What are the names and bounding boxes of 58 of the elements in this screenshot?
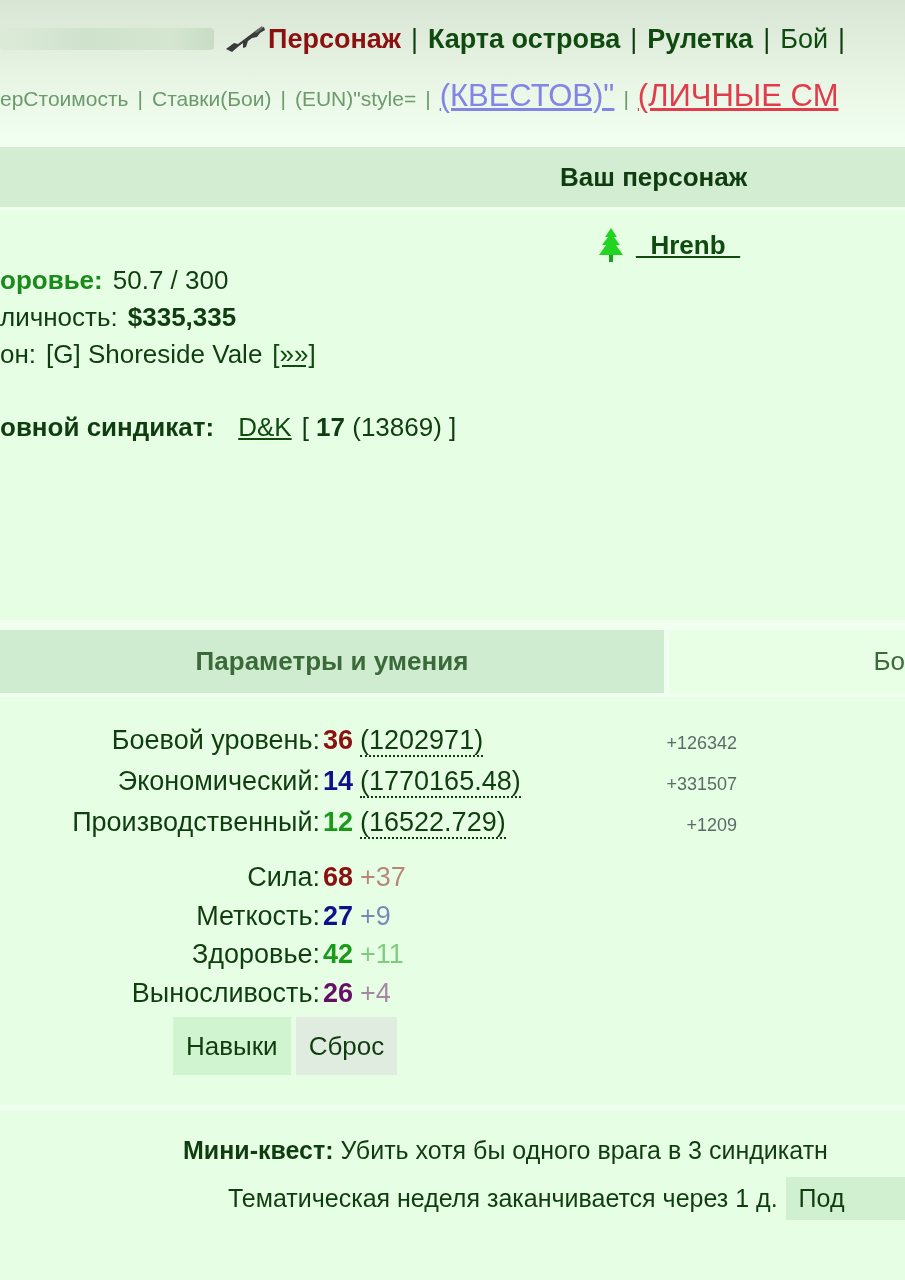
tree-icon bbox=[598, 228, 624, 262]
level-value: 14 bbox=[323, 765, 354, 798]
attribute-label: Сила: bbox=[246, 861, 320, 894]
character-name-link[interactable]: _Hrenb_ bbox=[636, 229, 741, 261]
nav-link[interactable]: (ЛИЧНЫЕ СМ bbox=[637, 78, 839, 114]
nav-separator: | bbox=[410, 23, 418, 55]
stats-button[interactable]: Навыки bbox=[173, 1017, 291, 1075]
theme-week-text: Тематическая неделя заканчивается через 1 д. bbox=[228, 1184, 778, 1213]
level-label: Производственный: bbox=[71, 806, 320, 839]
region-value: [G] Shoreside Vale bbox=[46, 338, 263, 371]
attribute-bonus: +4 bbox=[360, 976, 391, 1010]
experience-delta: +1209 bbox=[685, 814, 737, 837]
money-label: личность: bbox=[0, 301, 118, 334]
stats-button[interactable]: Сброс bbox=[295, 1017, 398, 1075]
nav-separator: | bbox=[623, 87, 629, 111]
section-tab[interactable]: Бо bbox=[669, 630, 905, 693]
syndicate-label: овной синдикат: bbox=[0, 411, 215, 444]
section-tab[interactable]: Параметры и умения bbox=[0, 630, 664, 693]
health-label: оровье: bbox=[0, 264, 103, 297]
attribute-bonus: +37 bbox=[360, 861, 406, 894]
attribute-label: Здоровье: bbox=[190, 938, 320, 971]
experience-value: (1202971) bbox=[360, 725, 484, 757]
mini-quest-text: Мини-квест: Убить хотя бы одного врага в 3 синдикатн bbox=[182, 1135, 829, 1165]
money-value: $335,335 bbox=[127, 301, 237, 334]
experience-value: (1770165.48) bbox=[360, 766, 521, 798]
syndicate-value: [ 17 (13869) ] bbox=[301, 411, 457, 444]
nav-separator: | bbox=[425, 87, 431, 111]
nav-link[interactable]: Персонаж bbox=[268, 23, 401, 55]
attribute-bonus: +9 bbox=[360, 899, 391, 933]
attribute-value: 27 bbox=[323, 899, 354, 933]
attribute-label: Выносливость: bbox=[130, 976, 320, 1010]
syndicate-link[interactable]: D&K bbox=[238, 409, 292, 446]
health-value: 50.7 / 300 bbox=[112, 264, 229, 297]
experience-delta: +126342 bbox=[665, 732, 737, 755]
level-value: 12 bbox=[323, 806, 354, 839]
attribute-bonus: +11 bbox=[360, 938, 404, 971]
section-header: Ваш персонаж bbox=[0, 147, 905, 207]
region-link[interactable]: [»»] bbox=[272, 336, 316, 373]
nav-separator: | bbox=[763, 23, 771, 55]
nav-link[interactable]: Рулетка bbox=[647, 23, 754, 55]
nav-separator: | bbox=[280, 87, 286, 111]
region-label: он: bbox=[0, 338, 37, 371]
level-label: Боевой уровень: bbox=[110, 724, 320, 757]
rifle-icon bbox=[224, 25, 266, 53]
nav-link[interactable]: Карта острова bbox=[427, 23, 621, 55]
attribute-value: 26 bbox=[323, 976, 354, 1010]
attribute-value: 42 bbox=[323, 938, 354, 971]
experience-delta: +331507 bbox=[665, 773, 737, 796]
nav-separator: | bbox=[630, 23, 638, 55]
attribute-value: 68 bbox=[323, 861, 354, 894]
level-label: Экономический: bbox=[116, 765, 320, 798]
experience-value: (16522.729) bbox=[360, 807, 506, 839]
nav-separator: | bbox=[137, 87, 143, 111]
level-value: 36 bbox=[323, 724, 354, 757]
nav-link[interactable]: Бой bbox=[780, 23, 828, 55]
attribute-label: Меткость: bbox=[195, 899, 320, 933]
theme-week-button[interactable]: Под bbox=[785, 1177, 905, 1220]
nav-separator: | bbox=[838, 23, 845, 55]
